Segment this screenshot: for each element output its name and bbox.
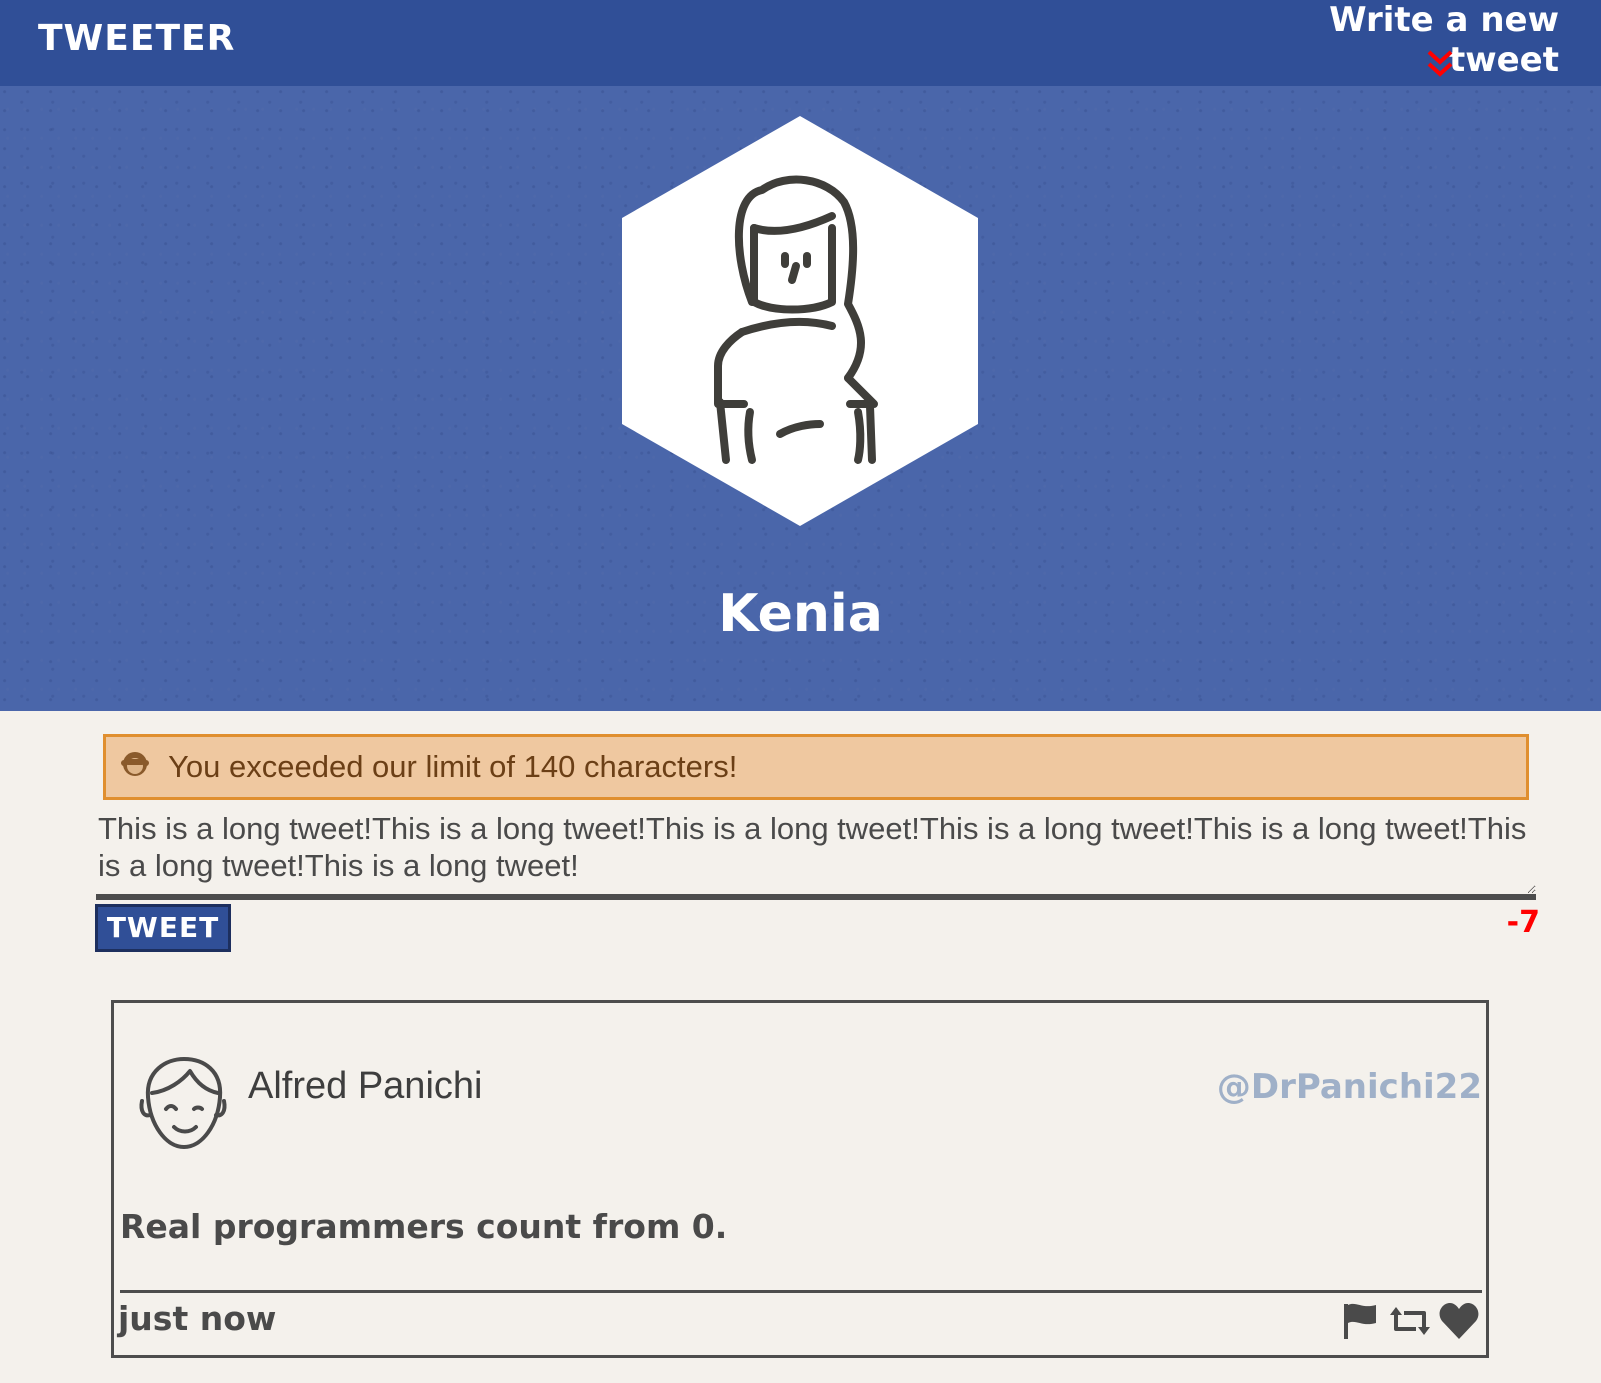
see-no-evil-monkey-icon bbox=[120, 739, 152, 799]
compose-toggle[interactable]: Write a new tweet bbox=[1243, 0, 1563, 86]
tweet-input[interactable]: This is a long tweet!This is a long twee… bbox=[96, 808, 1536, 900]
tweet-submit-button[interactable]: TWEET bbox=[95, 904, 231, 952]
error-banner: You exceeded our limit of 140 characters… bbox=[103, 734, 1529, 800]
profile-header: Kenia bbox=[0, 86, 1601, 711]
profile-name: Kenia bbox=[718, 584, 883, 644]
character-counter: -7 bbox=[1506, 905, 1540, 940]
tweet-card: Alfred Panichi @DrPanichi22 Real program… bbox=[111, 1000, 1489, 1358]
tweet-actions bbox=[1340, 1299, 1480, 1343]
tweet-timestamp: just now bbox=[118, 1299, 277, 1338]
tweet-author-name: Alfred Panichi bbox=[248, 1065, 483, 1107]
tweet-body: Real programmers count from 0. bbox=[120, 1207, 728, 1246]
compose-toggle-label[interactable]: Write a new tweet bbox=[1243, 0, 1563, 80]
tweet-author-handle[interactable]: @DrPanichi22 bbox=[1217, 1067, 1482, 1107]
flag-icon[interactable] bbox=[1340, 1301, 1380, 1341]
man-avatar-icon bbox=[139, 1057, 227, 1149]
double-chevron-down-icon[interactable] bbox=[1423, 48, 1457, 82]
heart-icon[interactable] bbox=[1438, 1301, 1480, 1341]
retweet-icon[interactable] bbox=[1388, 1301, 1432, 1341]
tweet-divider bbox=[120, 1290, 1482, 1293]
woman-avatar-icon bbox=[622, 116, 978, 526]
top-nav: TWEETER Write a new tweet bbox=[0, 0, 1601, 86]
error-message: You exceeded our limit of 140 characters… bbox=[168, 749, 738, 784]
brand-logo[interactable]: TWEETER bbox=[38, 18, 235, 59]
